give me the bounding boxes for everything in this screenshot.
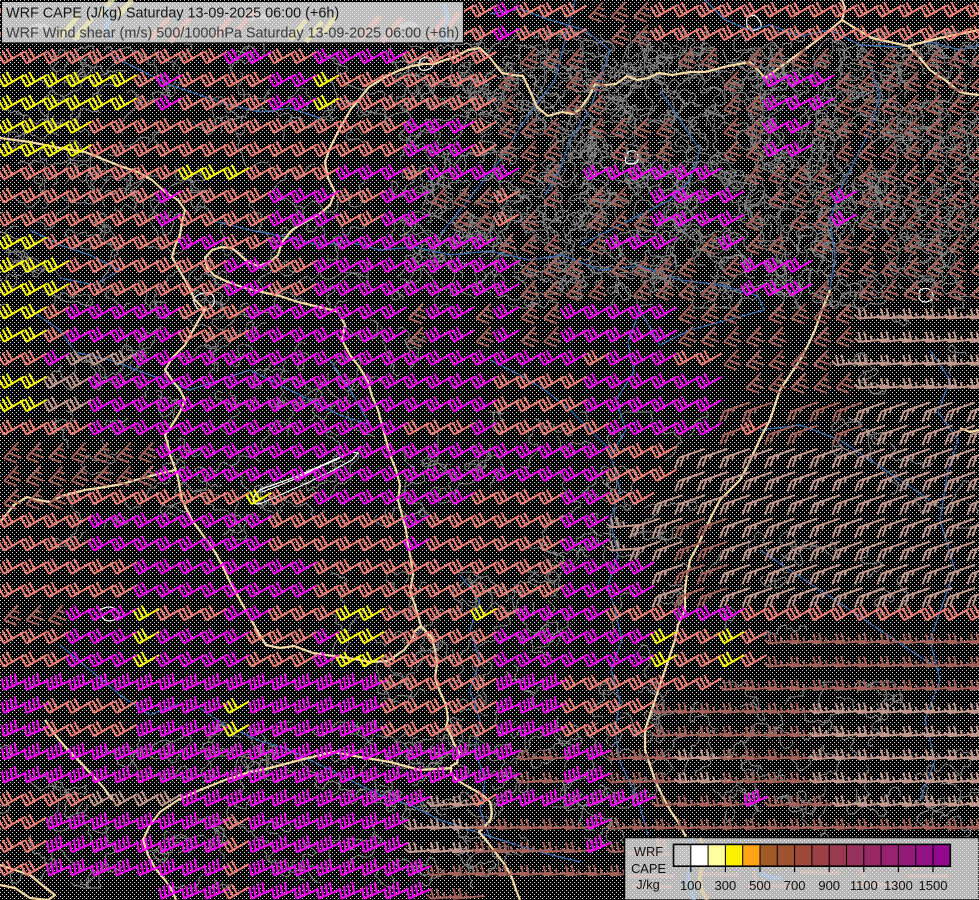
svg-text:WRF: WRF (634, 844, 663, 859)
svg-text:100: 100 (680, 878, 702, 893)
svg-text:1500: 1500 (919, 878, 948, 893)
svg-text:1300: 1300 (884, 878, 913, 893)
svg-text:700: 700 (784, 878, 806, 893)
svg-text:CAPE: CAPE (631, 861, 666, 876)
svg-text:900: 900 (818, 878, 840, 893)
svg-text:1100: 1100 (850, 878, 878, 893)
svg-text:WRF CAPE (J/kg) Saturday 13-09: WRF CAPE (J/kg) Saturday 13-09-2025 06:0… (6, 6, 339, 22)
svg-text:500: 500 (749, 878, 771, 893)
svg-text:J/kg: J/kg (636, 877, 659, 892)
svg-text:WRF Wind shear (m/s) 500/1000h: WRF Wind shear (m/s) 500/1000hPa Saturda… (6, 26, 459, 42)
svg-text:300: 300 (715, 878, 737, 893)
